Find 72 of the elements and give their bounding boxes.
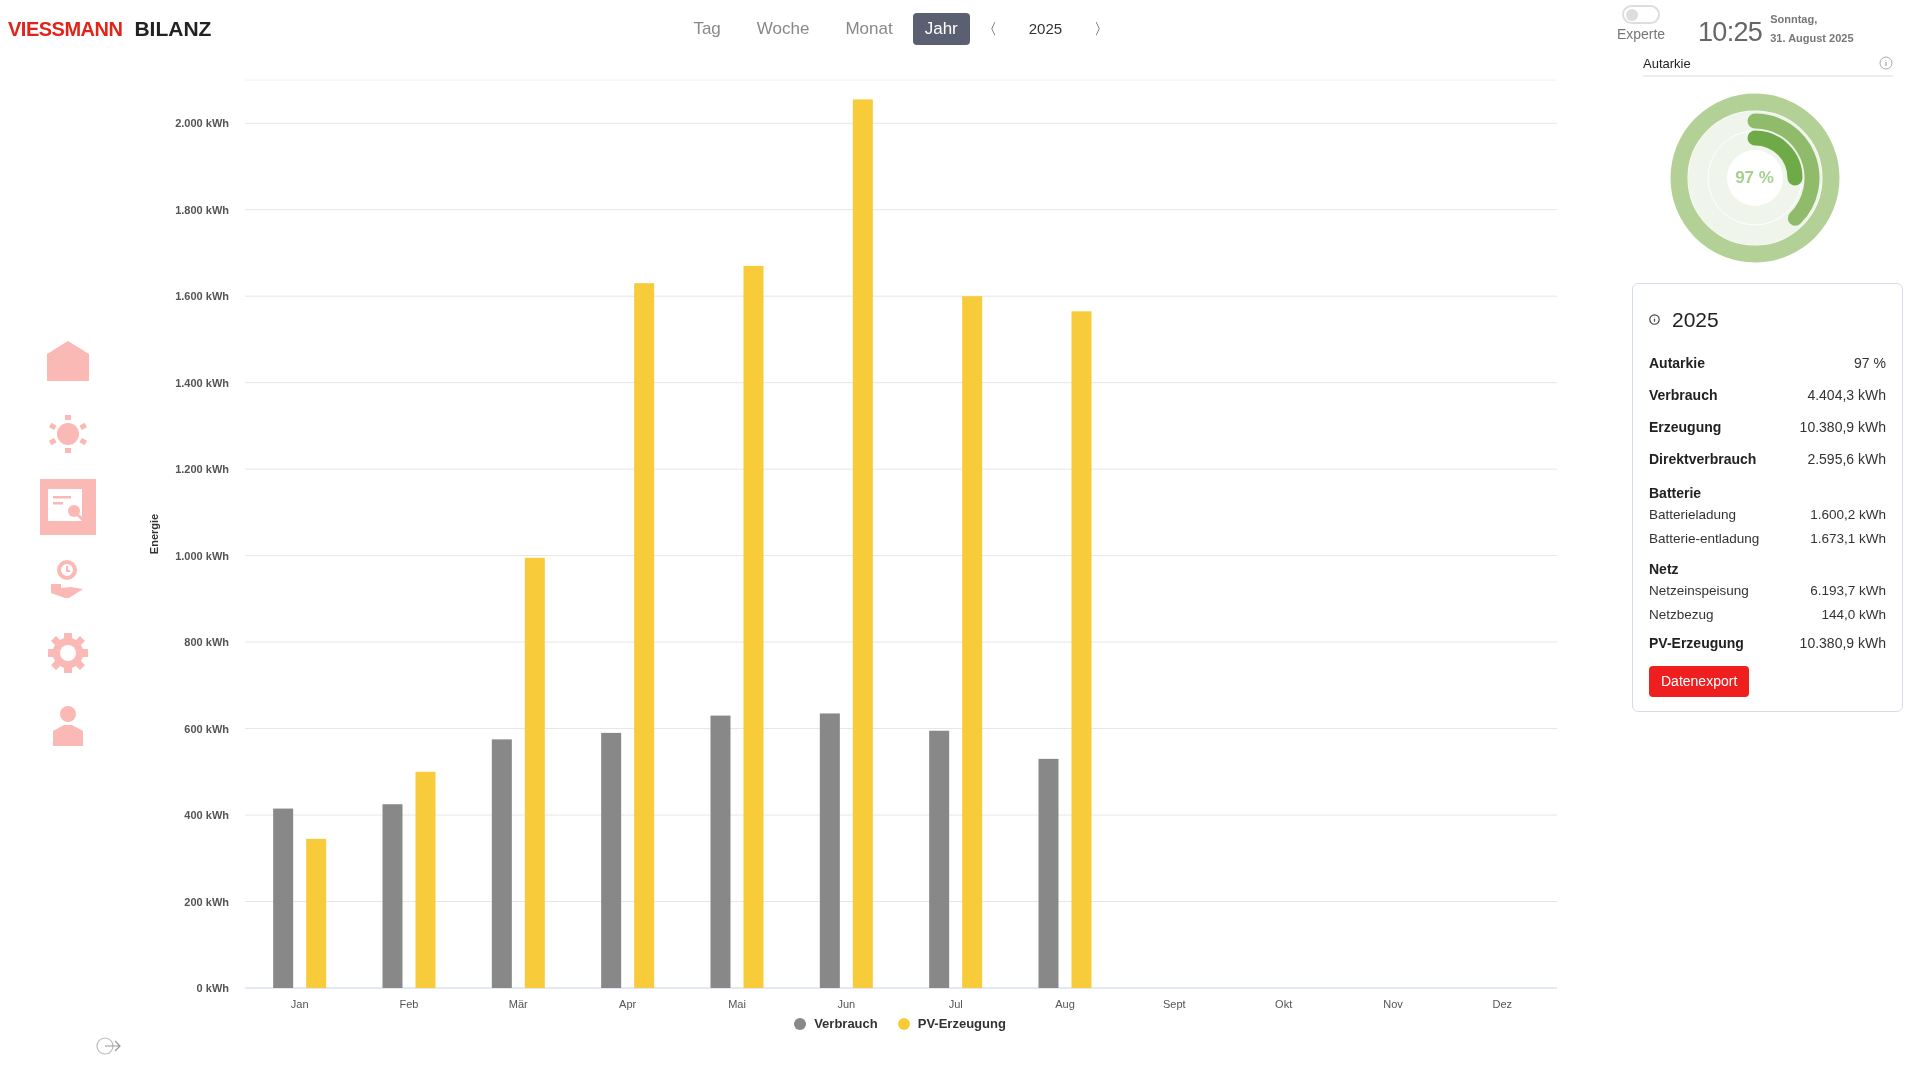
x-axis-label: Nov	[1383, 998, 1403, 1010]
period-tab[interactable]: Woche	[740, 13, 826, 45]
y-axis-label: 600 kWh	[184, 722, 229, 735]
section-heading: Batterie	[1649, 483, 1702, 503]
summary-label: Direktverbrauch	[1649, 450, 1757, 469]
x-axis-label: Sept	[1163, 998, 1186, 1010]
summary-value: 6.193,7 kWh	[1810, 582, 1886, 601]
x-axis-label: Apr	[619, 998, 637, 1010]
brand-logo: VIESSMANN	[8, 17, 123, 42]
person-icon	[52, 706, 83, 746]
y-axis-label: 200 kWh	[184, 895, 229, 908]
page-title: BILANZ	[134, 16, 212, 43]
year-label: 2025	[1027, 18, 1064, 39]
legend-label[interactable]: PV-Erzeugung	[917, 1014, 1006, 1034]
toggle-label: Experte	[1616, 25, 1666, 44]
hand-coin-icon	[50, 560, 85, 600]
expert-toggle[interactable]	[1622, 5, 1660, 24]
x-axis-label: Jun	[837, 998, 856, 1010]
summary-value: 97 %	[1854, 354, 1886, 373]
autarky-title: Autarkie	[1643, 54, 1691, 73]
period-tab[interactable]: Tag	[677, 13, 737, 45]
legend-label[interactable]: Verbrauch	[814, 1014, 878, 1034]
x-axis-label: Mär	[508, 998, 528, 1010]
summary-title: 2025	[1672, 307, 1719, 333]
summary-label: Batterieladung	[1649, 506, 1737, 525]
y-axis-label: 1.000 kWh	[175, 549, 229, 562]
y-axis-title: Energie	[148, 513, 160, 555]
y-axis-label: 0 kWh	[196, 982, 229, 994]
x-axis-label: Jan	[290, 998, 309, 1010]
section-heading: Netz	[1649, 559, 1679, 579]
previous-button[interactable]: 〈	[973, 17, 1005, 41]
y-axis-label: 1.800 kWh	[175, 203, 229, 216]
x-axis-label: Feb	[399, 998, 419, 1010]
x-axis-label: Jul	[948, 998, 963, 1010]
summary-label: Batterie-entladung	[1649, 530, 1760, 549]
summary-label: Erzeugung	[1649, 418, 1722, 437]
settings-icon	[47, 633, 88, 673]
y-axis-label: 400 kWh	[184, 809, 229, 822]
sidebar-item[interactable]	[39, 479, 96, 535]
summary-value: 2.595,6 kWh	[1807, 450, 1886, 469]
summary-value: 144,0 kWh	[1821, 606, 1886, 625]
summary-value: 1.600,2 kWh	[1810, 506, 1886, 525]
x-axis-label: Okt	[1275, 998, 1293, 1010]
y-axis-label: 2.000 kWh	[175, 117, 229, 130]
info-icon[interactable]	[1649, 314, 1660, 326]
x-axis-label: Mai	[728, 998, 746, 1010]
autarky-value: 97 %	[1735, 167, 1774, 190]
y-axis-label: 800 kWh	[184, 636, 229, 649]
summary-label: Netzeinspeisung	[1649, 582, 1749, 601]
logout-icon[interactable]	[96, 1036, 122, 1056]
sun-icon	[48, 415, 87, 453]
y-axis-label: 1.200 kWh	[175, 463, 229, 476]
x-axis-label: Aug	[1055, 998, 1075, 1010]
next-button[interactable]: 〉	[1086, 17, 1118, 41]
summary-value: 10.380,9 kWh	[1799, 634, 1886, 653]
export-button[interactable]: Datenexport	[1649, 665, 1750, 697]
period-tab[interactable]: Monat	[829, 13, 909, 45]
summary-value: 1.673,1 kWh	[1810, 530, 1886, 549]
y-axis-label: 1.600 kWh	[175, 290, 229, 303]
date-label: 31. August 2025	[1770, 31, 1854, 46]
summary-label: PV-Erzeugung	[1649, 634, 1744, 653]
period-tab[interactable]: Jahr	[912, 13, 970, 45]
summary-label: Autarkie	[1649, 354, 1706, 373]
clock-time: 10:25	[1698, 16, 1763, 49]
summary-label: Netzbezug	[1649, 606, 1714, 625]
house-icon	[46, 341, 89, 381]
summary-value: 10.380,9 kWh	[1799, 418, 1886, 437]
x-axis-label: Dez	[1492, 998, 1513, 1010]
summary-label: Verbrauch	[1649, 386, 1718, 405]
weekday-label: Sonntag,	[1770, 12, 1819, 27]
summary-value: 4.404,3 kWh	[1807, 386, 1886, 405]
y-axis-label: 1.400 kWh	[175, 376, 229, 389]
